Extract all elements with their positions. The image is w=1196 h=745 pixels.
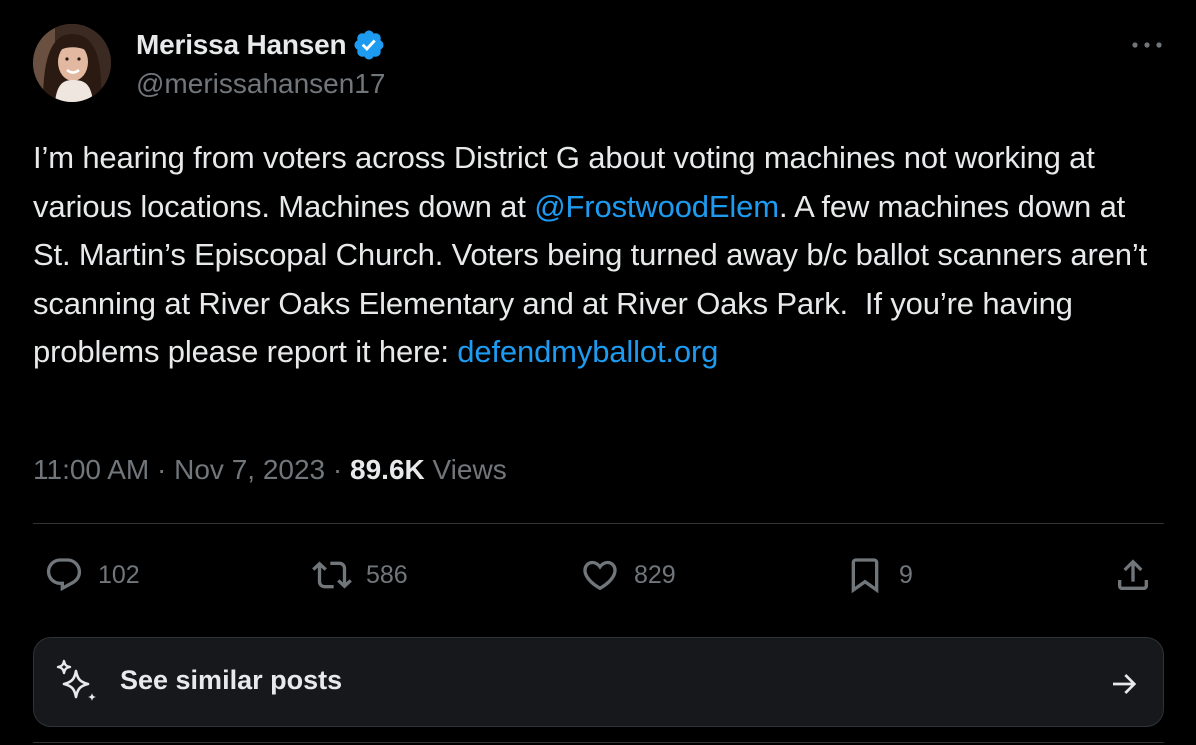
- bookmark-button[interactable]: 9: [845, 555, 913, 595]
- external-link[interactable]: defendmyballot.org: [457, 334, 718, 369]
- repost-icon: [312, 561, 352, 589]
- tweet-time[interactable]: 11:00 AM: [33, 454, 149, 485]
- mention-link[interactable]: @FrostwoodElem: [534, 189, 779, 224]
- avatar[interactable]: [33, 24, 111, 102]
- bookmark-count: 9: [899, 560, 913, 589]
- reply-icon: [46, 558, 82, 592]
- bookmark-icon: [851, 558, 879, 594]
- like-icon: [583, 560, 617, 591]
- bottom-divider: [33, 742, 1164, 743]
- share-icon: [1118, 559, 1148, 590]
- sparkle-icon: [56, 659, 96, 701]
- divider: [33, 523, 1164, 524]
- more-options-button[interactable]: [1127, 30, 1167, 60]
- meta-separator: ·: [149, 454, 175, 485]
- like-count: 829: [634, 560, 676, 589]
- author-name-row: Merissa Hansen: [136, 28, 386, 62]
- meta-separator: ·: [325, 454, 351, 485]
- see-similar-posts-button[interactable]: See similar posts: [33, 637, 1164, 727]
- verified-badge-icon[interactable]: [352, 28, 386, 62]
- like-button[interactable]: 829: [580, 555, 676, 595]
- reply-count: 102: [98, 560, 140, 589]
- author-display-name[interactable]: Merissa Hansen: [136, 29, 347, 61]
- author-handle[interactable]: @merissahansen17: [136, 68, 385, 100]
- views-label: Views: [424, 454, 507, 485]
- repost-button[interactable]: 586: [312, 555, 408, 595]
- tweet-date[interactable]: Nov 7, 2023: [174, 454, 325, 485]
- arrow-right-icon: [1113, 674, 1137, 694]
- tweet: Merissa Hansen @merissahansen17 I’m hear…: [0, 0, 1196, 745]
- tweet-meta: 11:00 AM · Nov 7, 2023 · 89.6K Views: [33, 454, 507, 486]
- share-button[interactable]: [1113, 555, 1153, 595]
- see-similar-posts-label: See similar posts: [120, 665, 343, 695]
- views-count[interactable]: 89.6K: [350, 454, 425, 485]
- more-icon: [1132, 42, 1162, 48]
- tweet-text: I’m hearing from voters across District …: [33, 134, 1168, 377]
- repost-count: 586: [366, 560, 408, 589]
- reply-button[interactable]: 102: [44, 555, 140, 595]
